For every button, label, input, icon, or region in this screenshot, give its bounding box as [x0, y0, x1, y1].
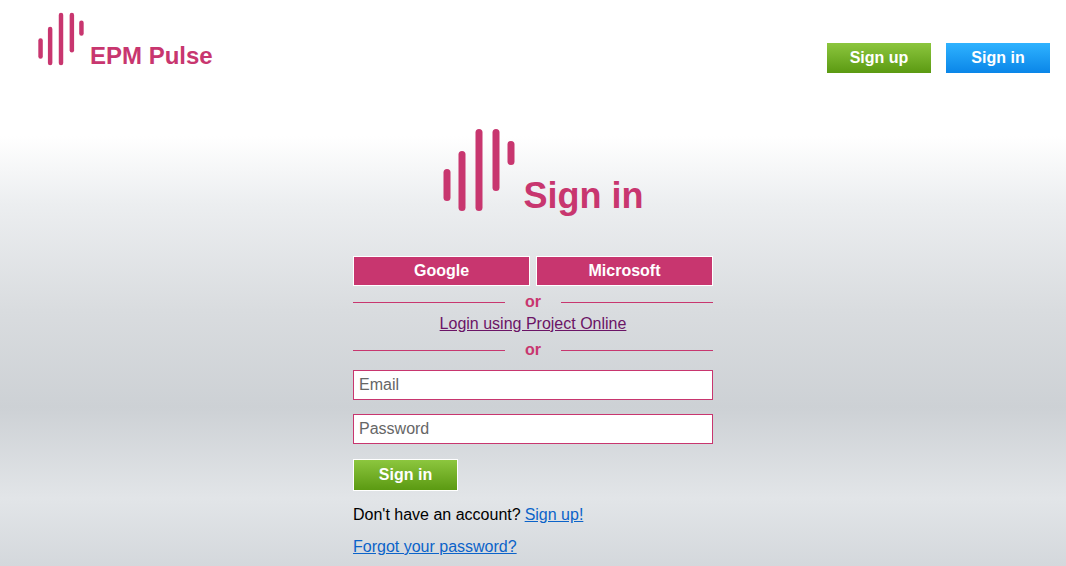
project-online-link[interactable]: Login using Project Online: [440, 314, 627, 334]
forgot-password-link[interactable]: Forgot your password?: [353, 538, 517, 555]
sign-in-form: Sign inGoogleMicrosoftorLogin using Proj…: [0, 128, 1066, 557]
signup-link[interactable]: Sign up!: [525, 505, 584, 525]
pulse-logo-icon: [443, 128, 515, 212]
email-input[interactable]: [353, 370, 713, 400]
separator: or: [353, 292, 713, 312]
submit-button[interactable]: Sign in: [353, 459, 458, 491]
title: Sign in: [524, 176, 644, 216]
provider-buttons: GoogleMicrosoft: [353, 256, 713, 286]
fields: [353, 370, 713, 444]
brand-name: EPM Pulse: [90, 44, 213, 68]
provider-button[interactable]: Microsoft: [536, 256, 713, 286]
signin-button[interactable]: Sign in: [946, 43, 1050, 73]
header-buttons: Sign up Sign in: [827, 12, 1050, 73]
provider-button[interactable]: Google: [353, 256, 530, 286]
sign-in-page: EPM PulseSign upSign inSign inGoogleMicr…: [0, 0, 1066, 566]
form-title: Sign in: [373, 128, 713, 212]
password-input[interactable]: [353, 414, 713, 444]
pulse-logo-icon: [38, 12, 84, 66]
separator: or: [353, 340, 713, 360]
signup-prompt: Don't have an account?Sign up!: [353, 505, 713, 525]
header: EPM Pulse Sign up Sign in: [0, 0, 1066, 73]
signup-button[interactable]: Sign up: [827, 43, 931, 73]
brand[interactable]: EPM Pulse: [38, 12, 213, 66]
